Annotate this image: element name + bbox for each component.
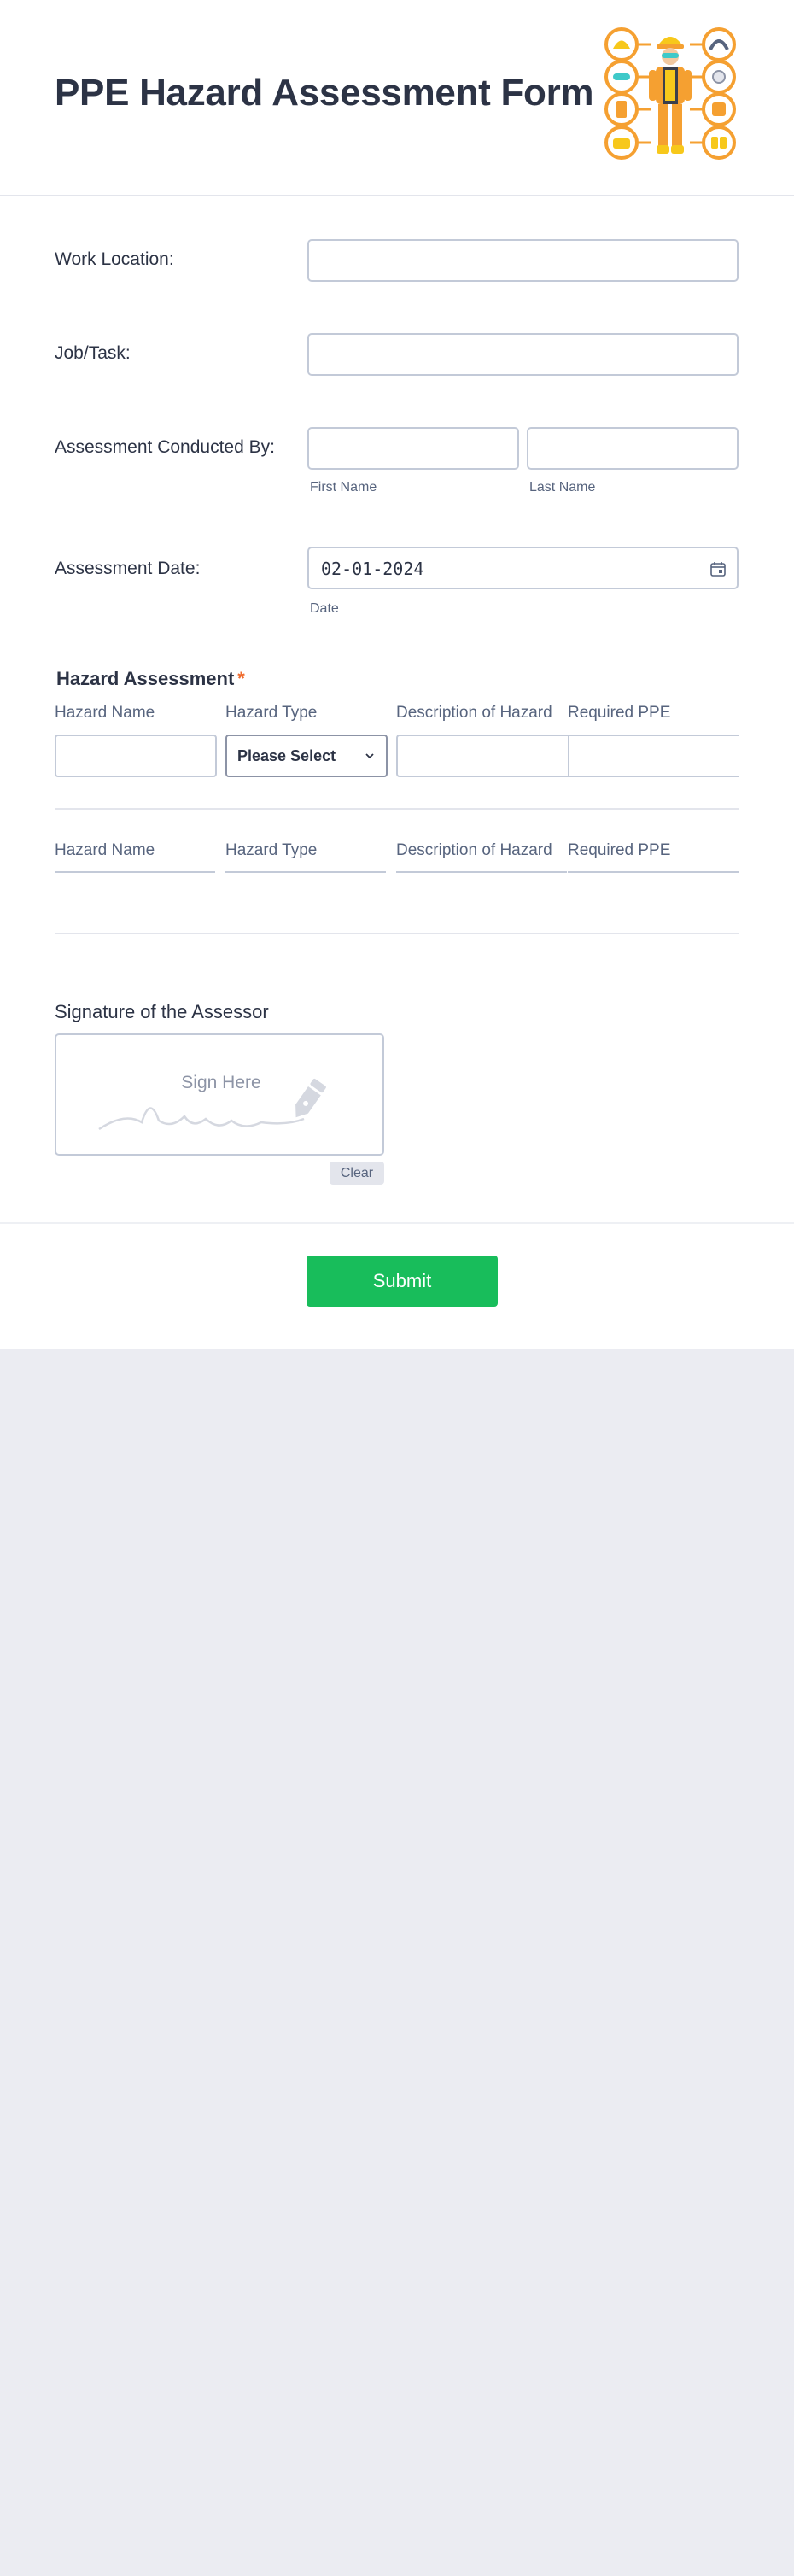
signature-pad[interactable]: Sign Here bbox=[55, 1033, 384, 1156]
column-underline bbox=[396, 871, 567, 873]
hazard-name-input[interactable] bbox=[55, 735, 217, 777]
column-underline bbox=[568, 871, 739, 873]
column-underline bbox=[55, 871, 215, 873]
required-star: * bbox=[237, 668, 245, 689]
column-header-description: Description of Hazard bbox=[396, 704, 552, 722]
work-location-input[interactable] bbox=[307, 239, 739, 282]
hazard-type-selected: Please Select bbox=[237, 747, 336, 764]
calendar-icon[interactable] bbox=[709, 560, 727, 577]
form-title: PPE Hazard Assessment Form bbox=[55, 72, 594, 114]
section-divider bbox=[55, 933, 739, 934]
column-header-hazard-type-2: Hazard Type bbox=[225, 841, 318, 859]
submit-button[interactable]: Submit bbox=[307, 1256, 498, 1307]
hazard-type-select[interactable]: Please Select bbox=[225, 735, 388, 777]
column-header-hazard-name: Hazard Name bbox=[55, 704, 155, 722]
assessment-date-label: Assessment Date: bbox=[55, 559, 201, 578]
last-name-input[interactable] bbox=[527, 427, 739, 470]
hazard-assessment-title: Hazard Assessment * bbox=[56, 668, 245, 690]
form-header: PPE Hazard Assessment Form bbox=[0, 0, 794, 196]
footer-divider bbox=[0, 1222, 794, 1224]
column-header-required-ppe-2: Required PPE bbox=[568, 841, 671, 859]
assessment-date-input[interactable]: 02-01-2024 bbox=[307, 547, 739, 589]
ppe-worker-illustration bbox=[604, 27, 736, 160]
required-ppe-input[interactable] bbox=[568, 735, 739, 777]
column-underline bbox=[225, 871, 386, 873]
column-header-required-ppe: Required PPE bbox=[568, 704, 671, 722]
hazard-assessment-title-text: Hazard Assessment bbox=[56, 668, 235, 689]
date-sublabel: Date bbox=[310, 601, 339, 616]
work-location-label: Work Location: bbox=[55, 249, 174, 269]
first-name-sublabel: First Name bbox=[310, 480, 377, 495]
clear-signature-button[interactable]: Clear bbox=[330, 1162, 384, 1185]
first-name-input[interactable] bbox=[307, 427, 519, 470]
column-header-description-2: Description of Hazard bbox=[396, 841, 552, 859]
job-task-input[interactable] bbox=[307, 333, 739, 376]
row-divider bbox=[55, 808, 739, 810]
signature-scribble-icon bbox=[98, 1078, 326, 1131]
description-input[interactable] bbox=[396, 735, 569, 777]
form-card: PPE Hazard Assessment Form Work Location… bbox=[0, 0, 794, 1349]
job-task-label: Job/Task: bbox=[55, 343, 131, 363]
column-header-hazard-type: Hazard Type bbox=[225, 704, 318, 722]
column-header-hazard-name-2: Hazard Name bbox=[55, 841, 155, 859]
signature-label: Signature of the Assessor bbox=[55, 1001, 269, 1022]
assessment-date-value: 02-01-2024 bbox=[321, 559, 424, 579]
conducted-by-label: Assessment Conducted By: bbox=[55, 437, 275, 457]
last-name-sublabel: Last Name bbox=[529, 480, 596, 495]
chevron-down-icon bbox=[365, 753, 374, 759]
